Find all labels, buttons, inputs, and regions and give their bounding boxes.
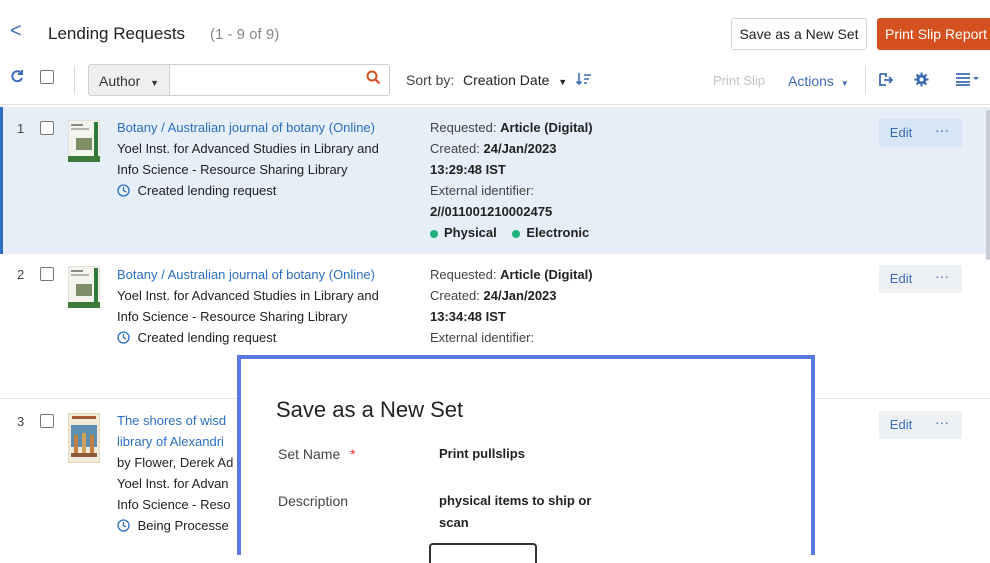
row-meta: Requested: Article (Digital) Created: 24… — [430, 117, 593, 243]
dialog-title: Save as a New Set — [276, 397, 464, 422]
toolbar-divider — [865, 66, 866, 94]
row-library: Yoel Inst. for Advanced Studies in Libra… — [117, 141, 379, 156]
external-id-value: 2//011001210002475 — [430, 204, 553, 219]
row-title-link[interactable]: Botany / Australian journal of botany (O… — [117, 264, 375, 285]
description-line: physical items to ship or — [439, 493, 592, 508]
more-actions-button[interactable]: ··· — [922, 265, 962, 293]
actions-menu[interactable]: Actions ▼ — [788, 73, 849, 89]
row-author: by Flower, Derek Ad — [117, 455, 234, 470]
created-time: 13:29:48 IST — [430, 162, 506, 177]
requested-value: Article (Digital) — [500, 120, 593, 135]
status-text: Being Processe — [137, 518, 229, 533]
scrollbar[interactable] — [986, 110, 990, 260]
sort-by-label: Sort by: — [406, 72, 455, 88]
sort-direction-icon[interactable] — [575, 72, 592, 90]
required-mark: * — [350, 446, 356, 462]
row-library-2: Info Science - Resource Sharing Library — [117, 162, 348, 177]
sort-by-select[interactable]: Creation Date ▼ — [463, 72, 567, 88]
row-library-2: Info Science - Reso — [117, 497, 231, 512]
search-field-label: Author — [99, 73, 141, 89]
created-value: 24/Jan/2023 — [483, 288, 557, 303]
set-name-label: Set Name * — [278, 446, 356, 462]
chevron-down-icon: ▼ — [150, 78, 160, 88]
requested-label: Requested: — [430, 267, 497, 282]
results-count: (1 - 9 of 9) — [210, 26, 280, 43]
status-text: Created lending request — [137, 330, 277, 345]
set-name-label-text: Set Name — [278, 446, 341, 462]
toolbar-divider — [74, 66, 75, 94]
tag-electronic: Electronic — [526, 225, 590, 240]
external-id-label: External identifier: — [430, 330, 535, 345]
status-dot-icon — [512, 229, 521, 238]
clock-icon — [117, 183, 138, 198]
description-label: Description — [278, 493, 349, 509]
description-field[interactable]: physical items to ship or scan — [439, 490, 591, 534]
requested-value: Article (Digital) — [500, 267, 593, 282]
created-time: 13:34:48 IST — [430, 309, 506, 324]
row-number: 3 — [17, 414, 25, 429]
external-id-label: External identifier: — [430, 183, 535, 198]
dialog-button[interactable] — [429, 543, 537, 563]
row-number: 1 — [17, 121, 25, 136]
requested-label: Requested: — [430, 120, 497, 135]
search-input[interactable] — [170, 64, 390, 96]
book-cover-thumbnail — [67, 412, 101, 464]
gear-icon[interactable] — [914, 72, 929, 90]
more-actions-button[interactable]: ··· — [922, 119, 962, 147]
search-field-select[interactable]: Author ▼ — [88, 64, 170, 96]
print-slip-report-button[interactable]: Print Slip Report — [877, 18, 990, 50]
more-actions-button[interactable]: ··· — [922, 411, 962, 439]
book-cover-thumbnail — [67, 119, 101, 163]
row-library: Yoel Inst. for Advanced Studies in Libra… — [117, 288, 379, 303]
created-label: Created: — [430, 288, 480, 303]
select-all-checkbox[interactable] — [40, 70, 54, 84]
row-checkbox[interactable] — [40, 414, 54, 428]
clock-icon — [117, 518, 138, 533]
edit-button[interactable]: Edit — [879, 411, 923, 439]
back-button[interactable]: < — [10, 20, 22, 43]
sort-value: Creation Date — [463, 72, 550, 88]
list-view-icon[interactable] — [956, 72, 980, 89]
edit-button[interactable]: Edit — [879, 265, 923, 293]
row-title-link[interactable]: The shores of wisd — [117, 410, 226, 431]
row-checkbox[interactable] — [40, 267, 54, 281]
search-icon[interactable] — [366, 70, 381, 88]
row-number: 2 — [17, 267, 25, 282]
row-title-link[interactable]: Botany / Australian journal of botany (O… — [117, 117, 375, 138]
row-status: Created lending request — [117, 180, 276, 201]
row-status: Being Processe — [117, 515, 229, 536]
export-icon[interactable] — [878, 72, 894, 90]
chevron-down-icon: ▼ — [840, 79, 849, 88]
status-dot-icon — [430, 229, 438, 238]
clock-icon — [117, 330, 138, 345]
page-title: Lending Requests — [48, 24, 186, 43]
chevron-down-icon: ▼ — [558, 77, 568, 87]
print-slip-button[interactable]: Print Slip — [713, 73, 765, 88]
tag-physical: Physical — [444, 225, 497, 240]
edit-button[interactable]: Edit — [879, 119, 923, 147]
created-label: Created: — [430, 141, 480, 156]
save-as-new-set-button[interactable]: Save as a New Set — [731, 18, 867, 50]
row-checkbox[interactable] — [40, 121, 54, 135]
set-name-field[interactable]: Print pullslips — [439, 443, 525, 465]
refresh-icon[interactable] — [10, 69, 24, 88]
description-line: scan — [439, 515, 469, 530]
status-text: Created lending request — [137, 183, 277, 198]
row-status: Created lending request — [117, 327, 276, 348]
row-library: Yoel Inst. for Advan — [117, 476, 229, 491]
row-meta: Requested: Article (Digital) Created: 24… — [430, 264, 593, 348]
actions-label: Actions — [788, 73, 834, 89]
created-value: 24/Jan/2023 — [483, 141, 557, 156]
book-cover-thumbnail — [67, 265, 101, 309]
row-library-2: Info Science - Resource Sharing Library — [117, 309, 348, 324]
row-title-link-2[interactable]: library of Alexandri — [117, 431, 224, 452]
